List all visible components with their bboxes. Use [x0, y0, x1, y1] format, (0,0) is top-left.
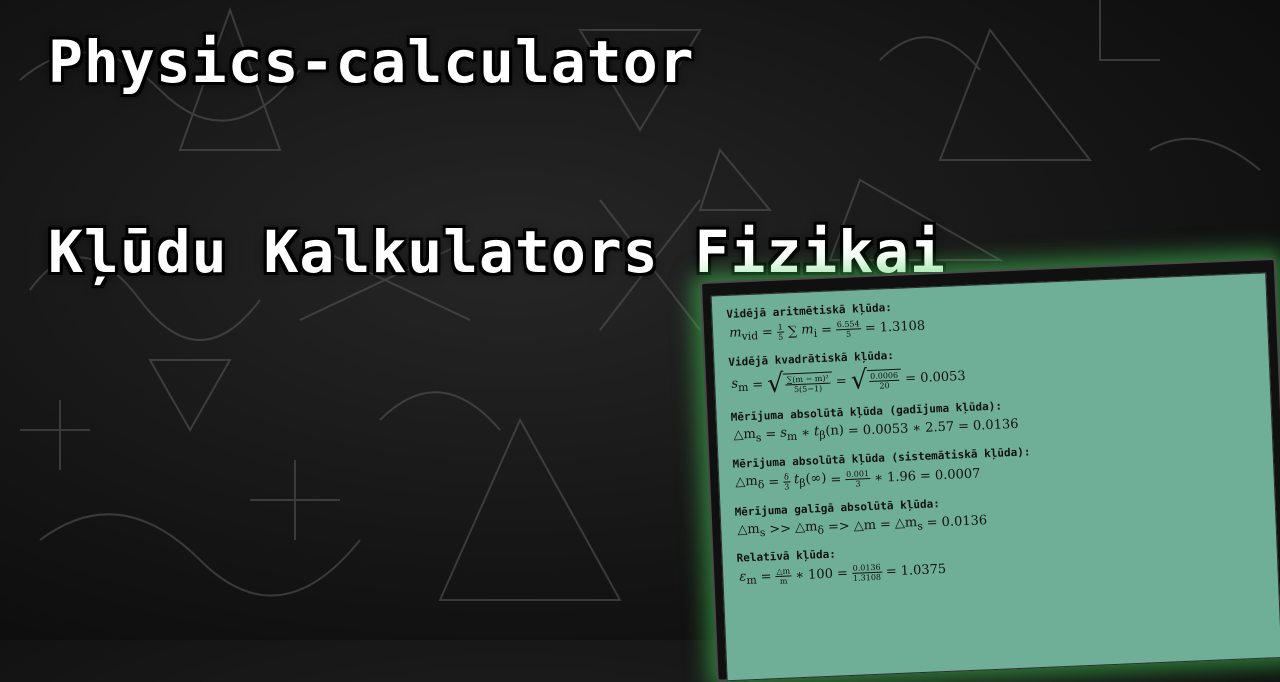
formula-result: 0.0053 [919, 368, 966, 386]
fraction-numerator: 1 [776, 322, 785, 333]
formula-fraction: 0.0006 20 [868, 370, 900, 391]
fraction-denominator: 20 [879, 380, 890, 391]
formula-result: 0.0136 [972, 417, 1019, 434]
formula-value: 2.57 [924, 419, 955, 436]
formula-fraction: 0.0136 1.3108 [851, 562, 882, 584]
formula-result: 1.0375 [900, 562, 947, 580]
square-root: √ ∑(m − m)² 5(5−1) [767, 369, 833, 399]
formula-fraction: △m m [775, 566, 792, 587]
formula-symbol: △m [853, 517, 877, 534]
formula-operator: = [760, 569, 772, 585]
formula-symbol: △m [735, 474, 759, 490]
formula-symbol: m [728, 325, 742, 341]
formula-symbol: m [800, 321, 814, 338]
formula-subscript: δ [817, 523, 825, 537]
fraction-numerator: △m [775, 566, 792, 578]
formula-operator: = [926, 515, 938, 531]
formula-operator: = [847, 423, 860, 440]
fraction-denominator: 3 [855, 479, 861, 489]
square-root: √ 0.0006 20 [850, 365, 902, 396]
formula-fraction: 0.001 3 [844, 468, 871, 489]
formula-operator: = [957, 419, 970, 435]
formula-argument: (n) [825, 423, 845, 439]
formula-value: 1.96 [886, 468, 917, 485]
formula-operator: = [820, 322, 833, 338]
formula-symbol: △m [894, 514, 918, 531]
fraction-denominator: 5 [777, 332, 784, 342]
formula-subscript: i [813, 326, 818, 340]
fraction-numerator: 0.001 [844, 468, 871, 480]
formula-symbol: △m [737, 521, 761, 538]
formula-operator: ∗ [873, 470, 884, 486]
formula-operator: = [879, 517, 892, 533]
formula-subscript: m [746, 573, 758, 587]
formula-subscript: s [917, 519, 924, 533]
fraction-numerator: 6.554 [835, 319, 861, 331]
formula-result: 0.0007 [934, 466, 981, 483]
formula-subscript: δ [757, 478, 765, 492]
formula-symbol: △m [733, 426, 757, 443]
formula-subscript: vid [741, 328, 759, 343]
formula-operator: ∗ [795, 568, 805, 584]
formula-fraction: δ3 [782, 472, 791, 492]
formula-operator: ∗ [912, 421, 922, 437]
formula-value: 0.0053 [862, 421, 909, 439]
formula-subscript: s [755, 431, 762, 445]
fraction-numerator: 0.0006 [868, 370, 900, 382]
app-title-english: Physics-calculator [48, 28, 695, 96]
formula-operator: = [885, 564, 898, 580]
formula-operator: ∗ [800, 425, 811, 442]
results-screen: Vidējā aritmētiskā kļūda: mvid = 15 ∑ mi… [710, 272, 1280, 682]
formula-value: 100 [807, 566, 834, 583]
formula-fraction: ∑(m − m)² 5(5−1) [785, 373, 830, 394]
formula-operator: = [864, 320, 877, 337]
formula-operator: = [836, 566, 849, 582]
formula-subscript: m [786, 429, 798, 444]
formula-subscript: s [759, 525, 766, 539]
fraction-denominator: 1.3108 [852, 572, 882, 584]
formula-operator: => [827, 518, 851, 535]
formula-operator: = [761, 324, 774, 341]
formula-operator: = [904, 370, 917, 386]
formula-fraction: 6.554 5 [835, 319, 862, 339]
formula-subscript: m [737, 380, 749, 395]
formula-symbol: △m [794, 518, 818, 535]
formula-result: 1.3108 [879, 318, 926, 336]
formula-operator: >> [769, 521, 792, 538]
formula-operator: = [765, 427, 777, 443]
app-title-latvian: Kļūdu Kalkulators Fizikai [48, 218, 946, 286]
fraction-denominator: 5 [845, 329, 852, 339]
calculator-preview-window: Vidējā aritmētiskā kļūda: mvid = 15 ∑ mi… [700, 257, 1280, 682]
formula-result: 0.0136 [941, 513, 988, 530]
formula-argument: (∞) [805, 471, 827, 488]
formula-operator: = [767, 474, 780, 490]
fraction-denominator: 5(5−1) [793, 383, 823, 394]
formula-operator: = [919, 468, 932, 484]
formula-operator: = [835, 373, 848, 389]
formula-operator: = [751, 376, 764, 393]
fraction-denominator: 3 [784, 482, 790, 492]
formula-operator: = [830, 471, 842, 488]
fraction-denominator: m [779, 576, 788, 587]
sum-symbol: ∑ [787, 323, 798, 340]
formula-fraction: 15 [776, 322, 785, 342]
fraction-numerator: δ [782, 472, 791, 483]
